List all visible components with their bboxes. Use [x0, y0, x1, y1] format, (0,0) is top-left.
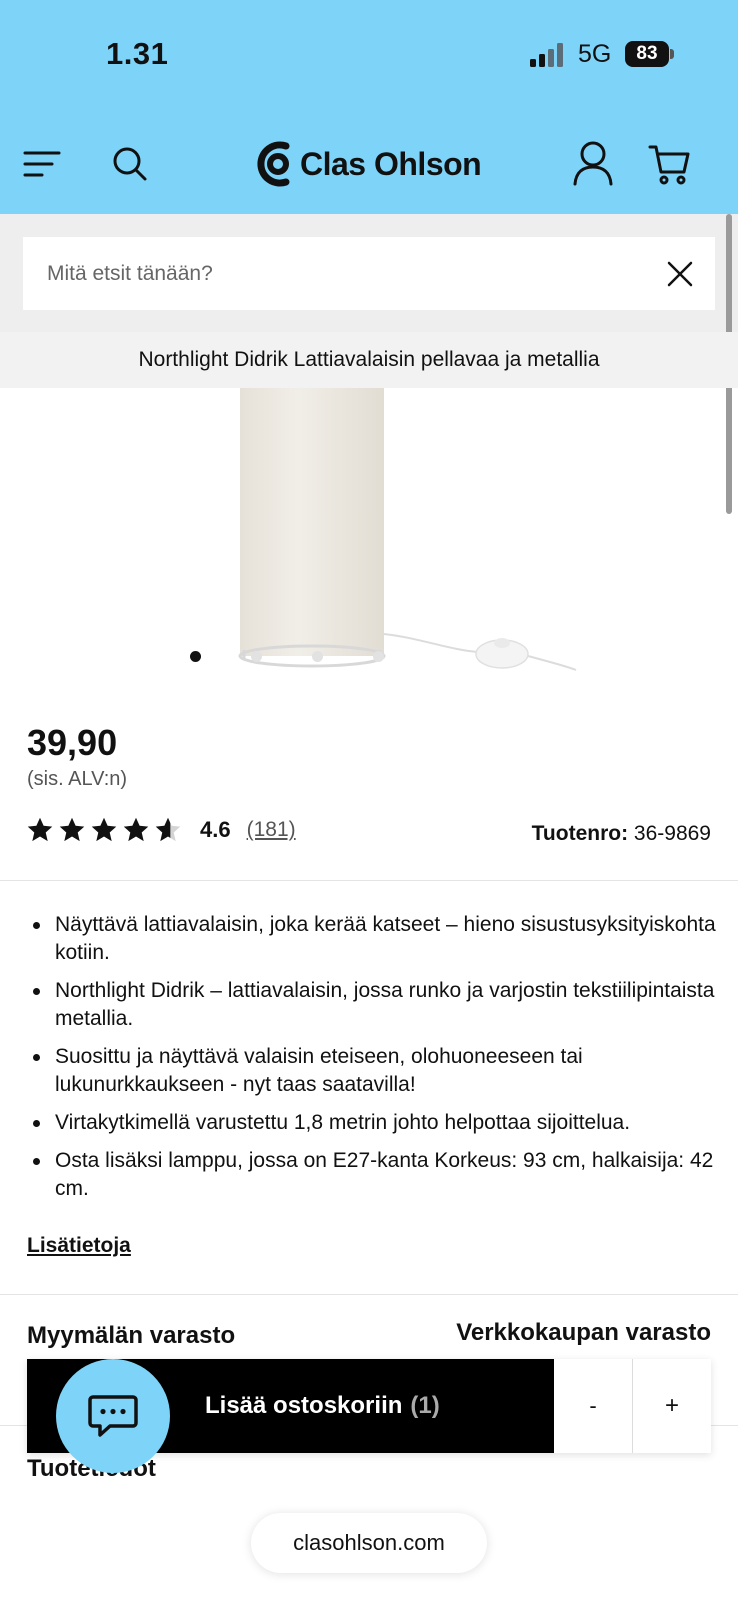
browser-url-bar[interactable]: clasohlson.com [251, 1513, 487, 1573]
carousel-dot-2[interactable] [251, 650, 262, 662]
list-item: Suosittu ja näyttävä valaisin eteiseen, … [27, 1043, 717, 1099]
brand-name: Clas Ohlson [300, 145, 482, 182]
cart-quantity-count: (1) [410, 1392, 440, 1419]
list-item: Virtakytkimellä varustettu 1,8 metrin jo… [27, 1109, 717, 1137]
status-time: 1.31 [106, 36, 169, 71]
carousel-dots[interactable] [190, 648, 434, 664]
cart-button[interactable] [646, 140, 694, 188]
carousel-dot-3[interactable] [312, 650, 323, 662]
carousel-dot-1[interactable] [190, 650, 201, 662]
cart-icon [648, 145, 690, 185]
rating-stars [26, 816, 186, 844]
divider [0, 1294, 738, 1295]
list-item: Näyttävä lattiavalaisin, joka kerää kats… [27, 911, 717, 967]
divider [0, 880, 738, 881]
product-image[interactable] [0, 388, 738, 688]
product-number-value: 36-9869 [633, 822, 711, 845]
quantity-decrease-button[interactable]: - [554, 1359, 633, 1453]
user-icon [573, 141, 613, 186]
vat-note: (sis. ALV:n) [27, 768, 128, 790]
add-to-cart-label: Lisää ostoskoriin [205, 1392, 403, 1419]
online-stock-heading[interactable]: Verkkokaupan varasto [456, 1319, 711, 1347]
search-icon [113, 147, 147, 181]
account-button[interactable] [570, 138, 616, 188]
status-bar: 1.31 5G 83 [0, 0, 738, 120]
star-icon [123, 817, 149, 842]
battery-level: 83 [636, 43, 658, 64]
carousel-dot-4[interactable] [373, 650, 384, 662]
search-placeholder: Mitä etsit tänään? [47, 262, 213, 285]
search-input[interactable]: Mitä etsit tänään? [23, 237, 715, 310]
star-half-icon [155, 817, 181, 842]
chat-icon [88, 1395, 138, 1437]
star-icon [59, 817, 85, 842]
list-item: Northlight Didrik – lattiavalaisin, joss… [27, 977, 717, 1033]
quantity-increase-button[interactable]: + [633, 1359, 711, 1453]
network-type: 5G [578, 40, 612, 68]
review-count-link[interactable]: (181) [247, 818, 296, 842]
feature-list: Näyttävä lattiavalaisin, joka kerää kats… [27, 911, 717, 1213]
store-stock-heading[interactable]: Myymälän varasto [27, 1322, 235, 1350]
brand-logo-mark [257, 141, 290, 187]
signal-icon [530, 43, 563, 67]
star-icon [91, 817, 117, 842]
chat-button[interactable] [56, 1359, 170, 1473]
app-header: Clas Ohlson [0, 120, 738, 214]
search-area: Mitä etsit tänään? [0, 214, 738, 332]
brand-logo[interactable]: Clas Ohlson [256, 138, 482, 190]
menu-button[interactable] [20, 142, 64, 186]
rating[interactable]: 4.6 (181) [26, 815, 296, 845]
product-number: Tuotenro: 36-9869 [532, 822, 711, 846]
rating-value: 4.6 [200, 817, 231, 842]
hamburger-icon [23, 151, 61, 177]
product-title: Northlight Didrik Lattiavalaisin pellava… [0, 332, 738, 388]
more-info-link[interactable]: Lisätietoja [27, 1234, 131, 1258]
search-button[interactable] [108, 142, 152, 186]
product-price: 39,90 [27, 722, 118, 763]
battery-icon: 83 [625, 41, 674, 67]
product-number-label: Tuotenro: [531, 822, 629, 845]
star-icon [27, 817, 53, 842]
close-icon[interactable] [667, 261, 693, 287]
list-item: Osta lisäksi lamppu, jossa on E27-kanta … [27, 1147, 717, 1203]
